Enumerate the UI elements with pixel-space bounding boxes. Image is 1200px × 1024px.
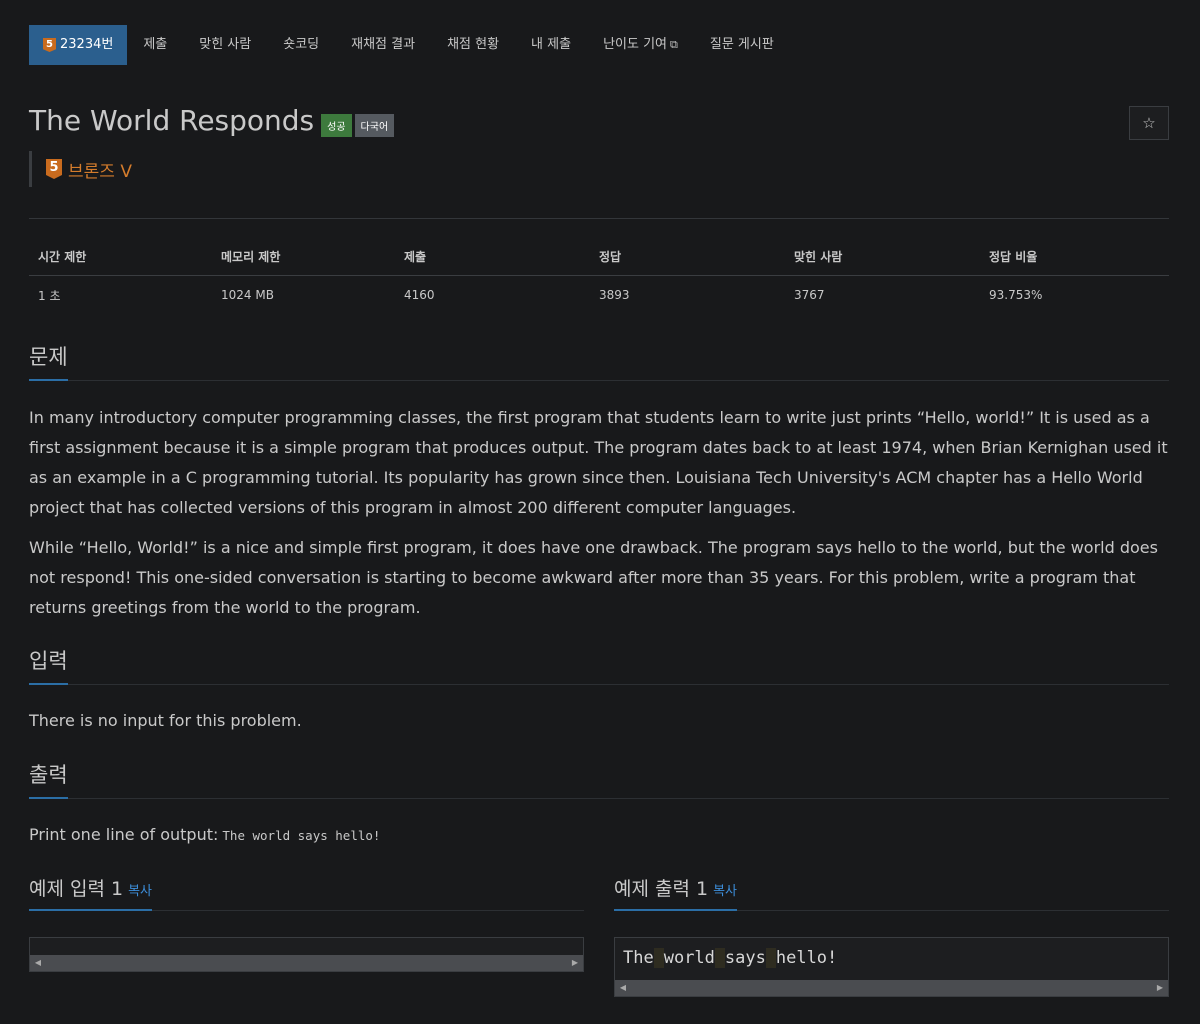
horizontal-scrollbar[interactable]: ◀ ▶ <box>30 955 583 971</box>
sample-input-box[interactable]: ◀ ▶ <box>29 937 584 972</box>
nav-difficulty-contribution[interactable]: 난이도 기여 ⧉ <box>587 25 694 65</box>
output-heading: 출력 <box>29 759 68 799</box>
whitespace-marker <box>653 948 664 968</box>
sample-output-header: 예제 출력 1 복사 <box>614 874 1169 911</box>
input-heading: 입력 <box>29 645 68 685</box>
sample-output-content: The world says hello! <box>615 938 1168 978</box>
sample-output-label: 예제 출력 1 <box>614 878 709 900</box>
accepted-value: 3893 <box>599 288 630 302</box>
description-section-header: 문제 <box>29 341 1169 381</box>
output-section-header: 출력 <box>29 759 1169 799</box>
output-word: The <box>623 948 654 968</box>
description-paragraph: In many introductory computer programmin… <box>29 408 1168 517</box>
bronze-tier-icon: 5 <box>43 38 56 52</box>
nav-solved-users[interactable]: 맞힌 사람 <box>183 25 267 65</box>
external-link-icon: ⧉ <box>670 38 678 51</box>
nav-short-coding[interactable]: 숏코딩 <box>267 25 335 65</box>
sample-output-box[interactable]: The world says hello! ◀ ▶ <box>614 937 1169 997</box>
output-description: Print one line of output: The world says … <box>29 820 1174 851</box>
difficulty-contribution-label: 난이도 기여 <box>603 37 667 52</box>
sample-input-header: 예제 입력 1 복사 <box>29 874 584 911</box>
nav-status[interactable]: 채점 현황 <box>431 25 515 65</box>
nav-my-submissions[interactable]: 내 제출 <box>515 25 587 65</box>
output-word: hello! <box>775 948 838 968</box>
tier-name[interactable]: 브론즈 V <box>68 157 132 182</box>
scroll-left-icon[interactable]: ◀ <box>30 955 46 971</box>
star-icon: ☆ <box>1142 114 1156 132</box>
memory-limit-value: 1024 MB <box>221 288 274 302</box>
scroll-left-icon[interactable]: ◀ <box>615 980 631 996</box>
multilingual-label: 다국어 <box>354 114 395 137</box>
copy-sample-input-button[interactable]: 복사 <box>128 884 152 899</box>
time-limit-value: 1 초 <box>38 288 61 303</box>
nav-problem-number[interactable]: 5 23234번 <box>29 25 128 65</box>
problem-title: The World Responds <box>29 104 315 137</box>
col-time-limit: 시간 제한 <box>29 238 212 276</box>
table-row: 1 초 1024 MB 4160 3893 3767 93.753% <box>29 276 1169 315</box>
description-paragraph: While “Hello, World!” is a nice and simp… <box>29 538 1158 617</box>
col-memory-limit: 메모리 제한 <box>212 238 395 276</box>
favorite-star-button[interactable]: ☆ <box>1129 106 1169 140</box>
problem-number-label: 23234번 <box>60 37 114 52</box>
sample-input-label: 예제 입력 1 <box>29 878 124 900</box>
input-section-header: 입력 <box>29 645 1169 685</box>
col-accept-ratio: 정답 비율 <box>980 238 1169 276</box>
divider <box>29 218 1169 219</box>
col-solved-users: 맞힌 사람 <box>785 238 980 276</box>
accept-ratio-value: 93.753% <box>989 288 1043 302</box>
description-heading: 문제 <box>29 341 68 381</box>
problem-tier: 5 브론즈 V <box>29 151 132 187</box>
input-description: There is no input for this problem. <box>29 711 302 730</box>
problem-info-table: 시간 제한 메모리 제한 제출 정답 맞힌 사람 정답 비율 1 초 1024 … <box>29 238 1169 314</box>
col-accepted: 정답 <box>590 238 785 276</box>
sample-input-title: 예제 입력 1 복사 <box>29 874 153 911</box>
nav-submit[interactable]: 제출 <box>127 25 183 65</box>
problem-title-row: The World Responds 성공 다국어 <box>29 104 395 137</box>
horizontal-scrollbar[interactable]: ◀ ▶ <box>615 980 1168 996</box>
scroll-right-icon[interactable]: ▶ <box>1152 980 1168 996</box>
col-submissions: 제출 <box>395 238 590 276</box>
problem-nav: 5 23234번 제출 맞힌 사람 숏코딩 재채점 결과 채점 현황 내 제출 … <box>29 25 790 65</box>
success-label: 성공 <box>321 114 352 137</box>
copy-sample-output-button[interactable]: 복사 <box>713 884 737 899</box>
output-text: Print one line of output: <box>29 825 219 844</box>
output-word: world <box>663 948 715 968</box>
submissions-value: 4160 <box>404 288 435 302</box>
sample-output-title: 예제 출력 1 복사 <box>614 874 738 911</box>
nav-question-board[interactable]: 질문 게시판 <box>694 25 790 65</box>
output-code: The world says hello! <box>222 828 381 843</box>
output-word: says <box>724 948 766 968</box>
table-header-row: 시간 제한 메모리 제한 제출 정답 맞힌 사람 정답 비율 <box>29 238 1169 276</box>
whitespace-marker <box>714 948 725 968</box>
nav-rejudge-results[interactable]: 재채점 결과 <box>335 25 431 65</box>
whitespace-marker <box>765 948 776 968</box>
solved-users-value: 3767 <box>794 288 825 302</box>
bronze-tier-icon: 5 <box>46 159 62 179</box>
sample-input-content <box>30 938 583 955</box>
scroll-right-icon[interactable]: ▶ <box>567 955 583 971</box>
